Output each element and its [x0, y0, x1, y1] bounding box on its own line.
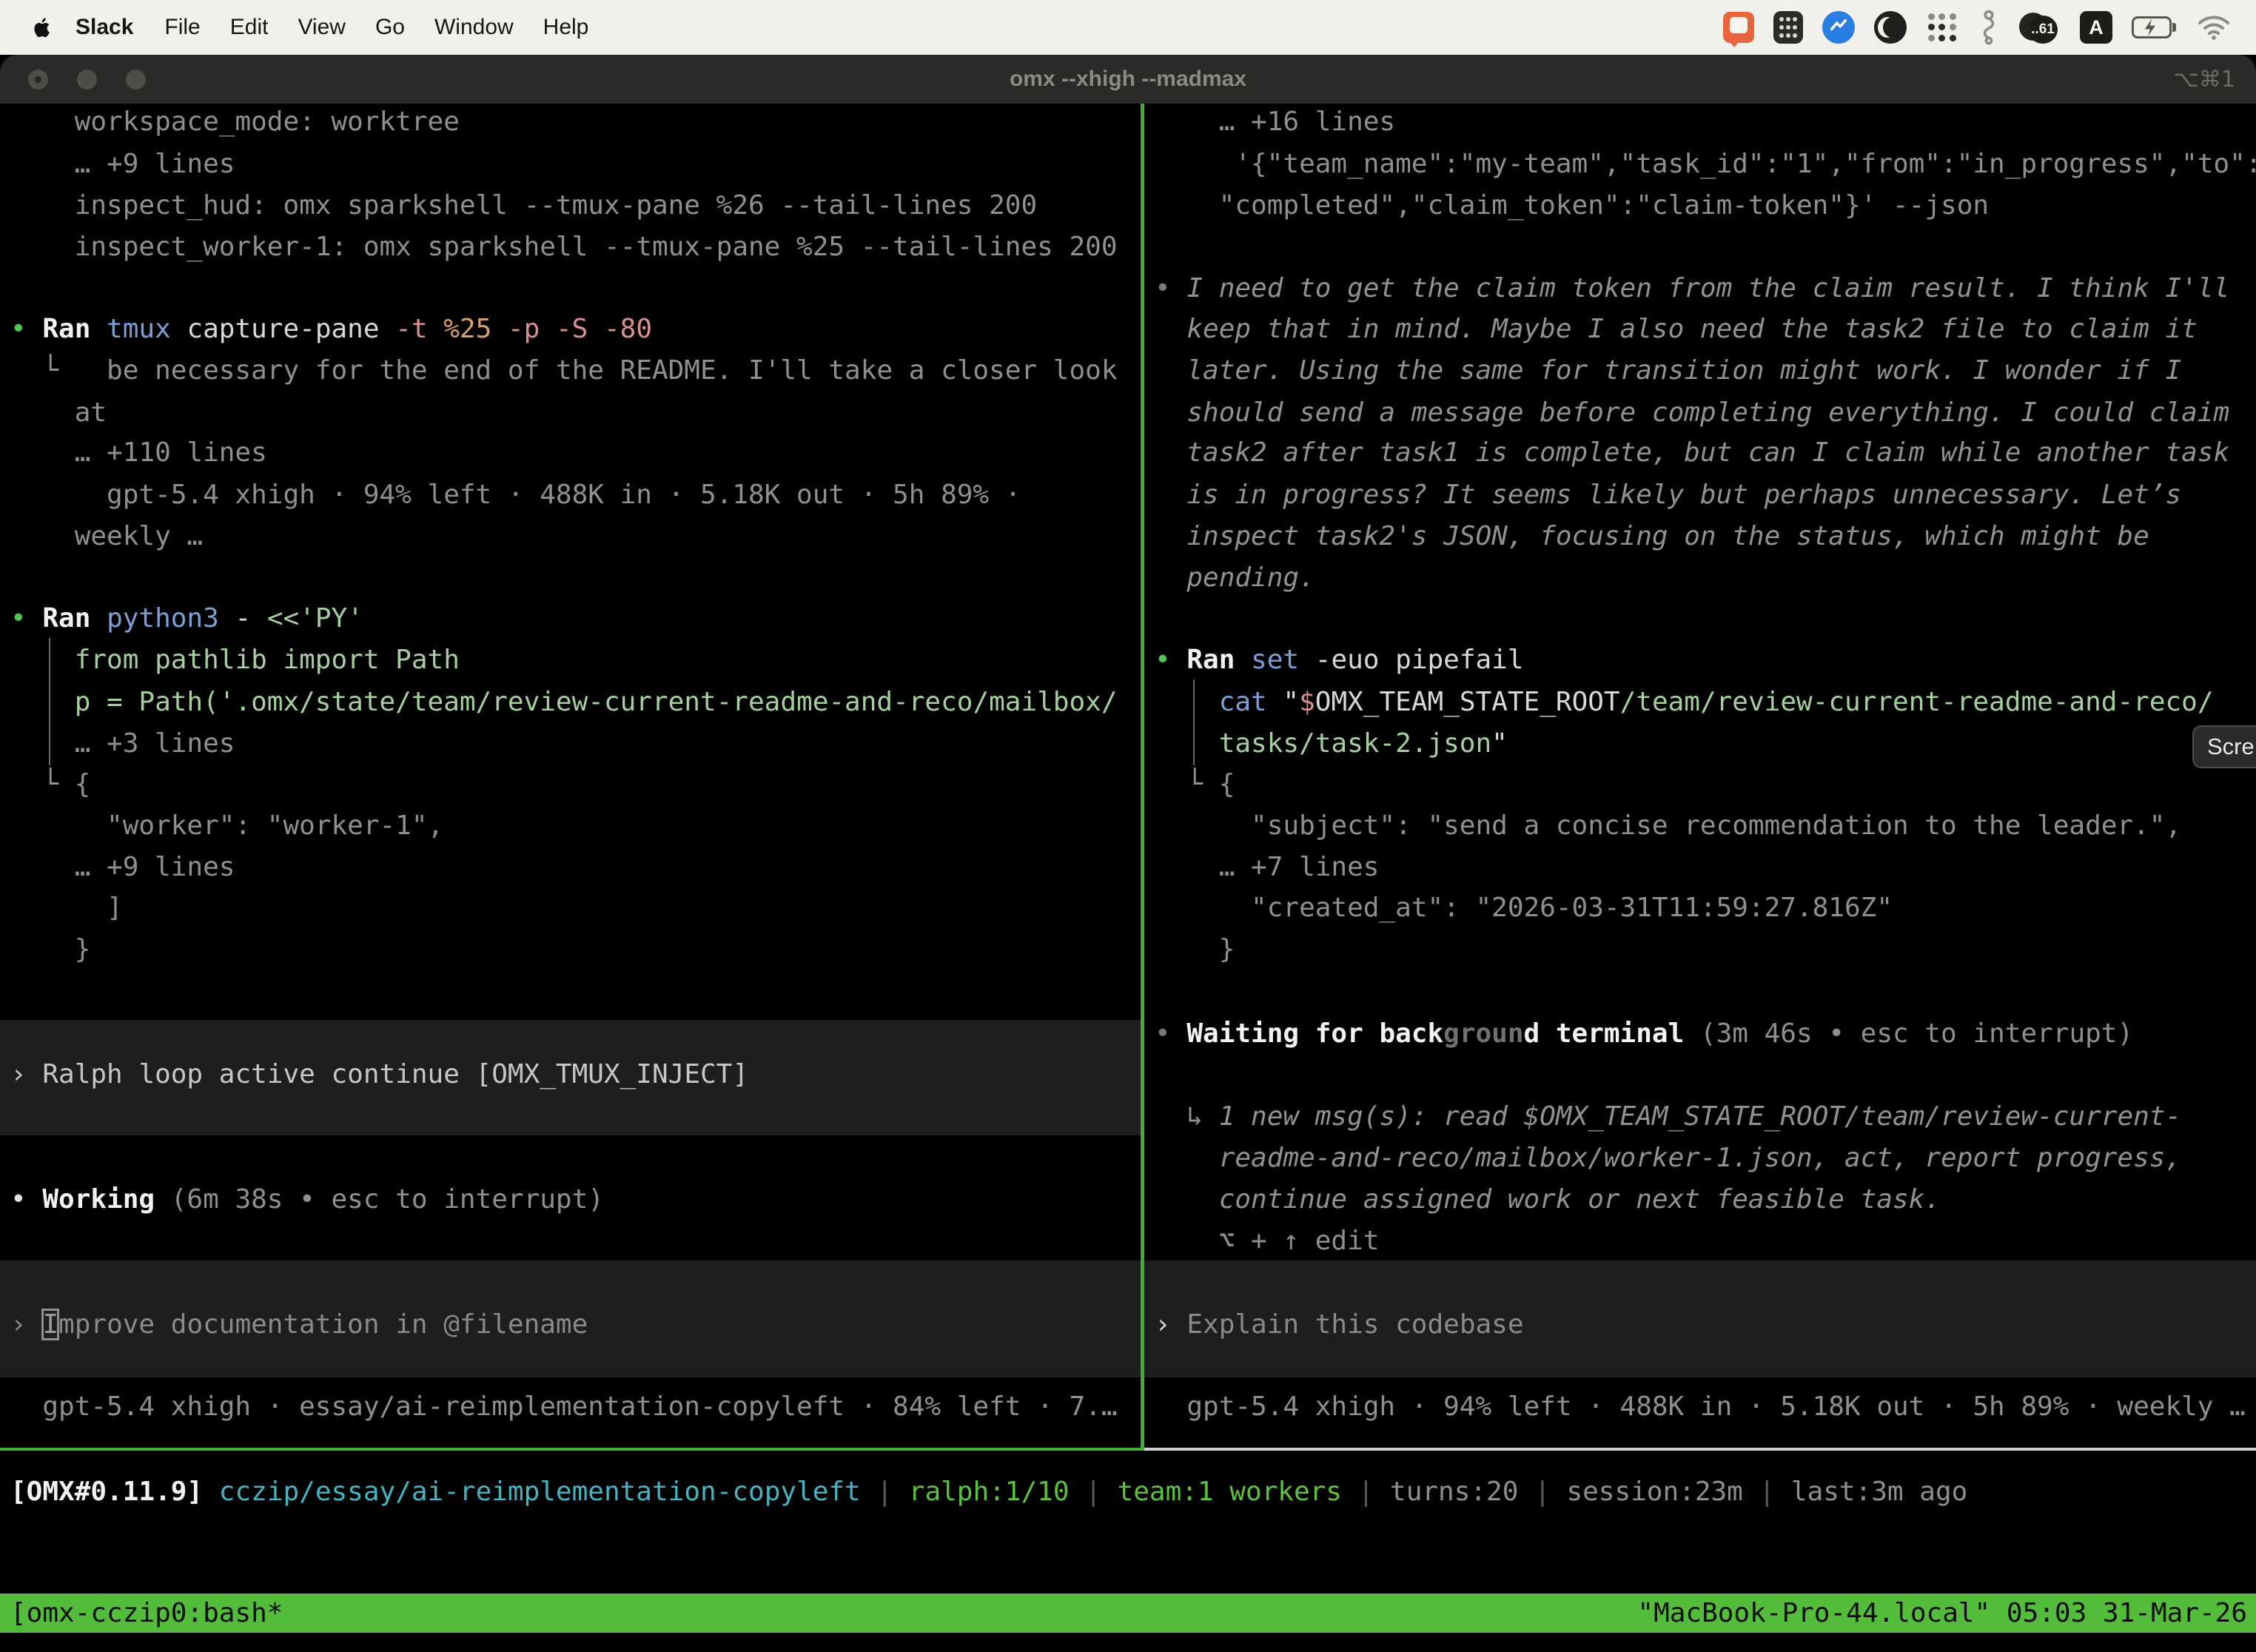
tmux-pane-right[interactable]: … +16 lines '{"team_name":"my-team","tas… [1144, 104, 2256, 1449]
terminal-line: workspace_mode: worktree [10, 104, 460, 143]
terminal-line: • I need to get the claim token from the… [1155, 268, 2229, 309]
terminal-line: ⌥ + ↑ edit [1155, 1220, 1379, 1262]
terminal-line: • Ran python3 - <<'PY' [10, 598, 363, 639]
terminal-line: … +110 lines [10, 432, 267, 474]
terminal-line: • Ran tmux capture-pane -t %25 -p -S -80 [10, 309, 652, 350]
terminal-line: › Improve documentation in @filename [10, 1304, 588, 1346]
terminal-line: └ be necessary for the end of the README… [10, 350, 1118, 392]
terminal-line: readme-and-reco/mailbox/worker-1.json, a… [1155, 1138, 2181, 1179]
pane-border-bottom-left [0, 1448, 1144, 1451]
orange-chat-icon[interactable] [1723, 12, 1754, 43]
terminal-line: pending. [1155, 557, 1315, 599]
menu-bar: SlackFileEditViewGoWindowHelp ..61 A [0, 0, 2256, 55]
terminal-content: workspace_mode: worktree … +9 lines insp… [0, 104, 2256, 1652]
battery-charging-icon[interactable] [2132, 16, 2178, 38]
terminal-line: … +3 lines [10, 723, 235, 765]
menu-item-edit[interactable]: Edit [215, 15, 283, 40]
terminal-line: … +9 lines [10, 144, 235, 185]
terminal-line: └ { [1155, 764, 1235, 805]
input-source-icon[interactable]: A [2080, 11, 2112, 44]
terminal-line: inspect_hud: omx sparkshell --tmux-pane … [10, 185, 1037, 226]
terminal-line: continue assigned work or next feasible … [1155, 1179, 1941, 1220]
menu-item-help[interactable]: Help [528, 15, 604, 40]
terminal-line: p = Path('.omx/state/team/review-current… [10, 682, 1118, 723]
apple-menu-icon[interactable] [30, 13, 55, 42]
wifi-icon[interactable] [2197, 14, 2231, 41]
terminal-line: … +7 lines [1155, 847, 1379, 888]
terminal-line: is in progress? It seems likely but perh… [1155, 474, 2181, 516]
terminal-line: "created_at": "2026-03-31T11:59:27.816Z" [1155, 887, 1893, 929]
terminal-line: at [10, 392, 107, 434]
terminal-line: gpt-5.4 xhigh · 94% left · 488K in · 5.1… [10, 474, 1021, 516]
window-shortcut-hint: ⌥⌘1 [2173, 67, 2235, 93]
terminal-line: › Ralph loop active continue [OMX_TMUX_I… [10, 1054, 748, 1095]
terminal-line: [OMX#0.11.9] cczip/essay/ai-reimplementa… [10, 1471, 1967, 1513]
tmux-pane-left[interactable]: workspace_mode: worktree … +9 lines insp… [0, 104, 1141, 1449]
terminal-line: gpt-5.4 xhigh · 94% left · 488K in · 5.1… [1155, 1386, 2246, 1428]
window-title: omx --xhigh --madmax [0, 67, 2256, 92]
tmux-host-clock-label: "MacBook-Pro-44.local" 05:03 31-Mar-26 [1637, 1598, 2247, 1628]
terminal-line: from pathlib import Path [10, 639, 460, 681]
terminal-line: cat "$OMX_TEAM_STATE_ROOT/team/review-cu… [1155, 682, 2214, 723]
terminal-line: "completed","claim_token":"claim-token"}… [1155, 185, 1989, 226]
terminal-line: "subject": "send a concise recommendatio… [1155, 805, 2181, 847]
terminal-line: › Explain this codebase [1155, 1304, 1524, 1346]
menu-item-go[interactable]: Go [360, 15, 420, 40]
terminal-line: • Working (6m 38s • esc to interrupt) [10, 1179, 604, 1220]
terminal-line: keep that in mind. Maybe I also need the… [1155, 309, 2198, 350]
terminal-line: weekly … [10, 516, 203, 557]
menu-item-view[interactable]: View [283, 15, 360, 40]
terminal-line: • Ran set -euo pipefail [1155, 639, 1524, 681]
terminal-window: omx --xhigh --madmax ⌥⌘1 workspace_mode:… [0, 55, 2256, 1652]
terminal-line: ↳ 1 new msg(s): read $OMX_TEAM_STATE_ROO… [1155, 1096, 2181, 1138]
menu-item-file[interactable]: File [150, 15, 215, 40]
terminal-line: inspect task2's JSON, focusing on the st… [1155, 516, 2149, 557]
terminal-line: … +9 lines [10, 847, 235, 888]
dots-grid-icon[interactable] [1926, 11, 1958, 44]
terminal-line: } [10, 929, 90, 970]
tmux-status-bar: [omx-cczip0:bash* "MacBook-Pro-44.local"… [0, 1594, 2256, 1633]
hook-icon[interactable] [1978, 10, 2000, 45]
menu-item-window[interactable]: Window [420, 15, 528, 40]
terminal-line: should send a message before completing … [1155, 392, 2229, 434]
menu-item-slack[interactable]: Slack [59, 15, 150, 40]
terminal-line: gpt-5.4 xhigh · essay/ai-reimplementatio… [10, 1386, 1118, 1428]
terminal-line: └ { [10, 764, 90, 805]
terminal-line: ] [10, 887, 123, 929]
pane-border-bottom-right [1144, 1448, 2256, 1451]
app-menus: SlackFileEditViewGoWindowHelp [59, 15, 603, 40]
badge-61-icon[interactable]: ..61 [2019, 11, 2061, 44]
terminal-line: • Waiting for background terminal (3m 46… [1155, 1013, 2133, 1055]
terminal-line: '{"team_name":"my-team","task_id":"1","f… [1155, 144, 2256, 185]
tmux-session-label: [omx-cczip0:bash* [10, 1598, 283, 1628]
terminal-line: "worker": "worker-1", [10, 805, 443, 847]
screen-tooltip: Scre [2192, 725, 2256, 768]
window-titlebar[interactable]: omx --xhigh --madmax ⌥⌘1 [0, 55, 2256, 104]
menu-bar-status-icons: ..61 A [1723, 10, 2256, 45]
terminal-line: … +16 lines [1155, 104, 1395, 143]
moon-icon[interactable] [1874, 11, 1907, 44]
terminal-line: tasks/task-2.json" [1155, 723, 1508, 765]
terminal-line: inspect_worker-1: omx sparkshell --tmux-… [10, 226, 1118, 268]
terminal-line: task2 after task1 is complete, but can I… [1155, 432, 2229, 474]
terminal-line: } [1155, 929, 1235, 970]
keypad-icon[interactable] [1773, 11, 1803, 44]
messenger-icon[interactable] [1822, 11, 1855, 44]
terminal-line: later. Using the same for transition mig… [1155, 350, 2181, 392]
